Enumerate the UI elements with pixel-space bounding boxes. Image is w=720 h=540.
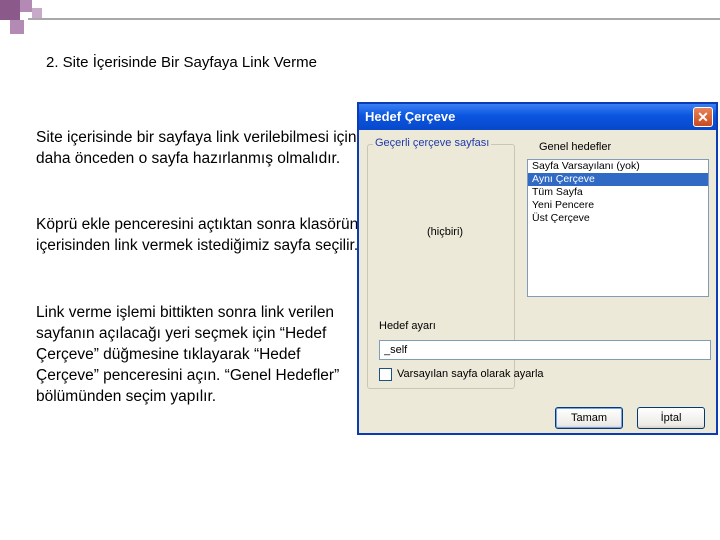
list-item[interactable]: Tüm Sayfa: [528, 186, 708, 199]
decor-square: [32, 8, 42, 18]
paragraph-3: Link verme işlemi bittikten sonra link v…: [36, 304, 340, 405]
current-frame-label: Geçerli çerçeve sayfası: [373, 137, 492, 149]
decor-square: [0, 0, 20, 20]
target-setting-input[interactable]: [379, 340, 711, 360]
common-targets-list[interactable]: Sayfa Varsayılanı (yok) Aynı Çerçeve Tüm…: [527, 159, 709, 297]
target-frame-dialog: Hedef Çerçeve ✕ Geçerli çerçeve sayfası …: [357, 102, 718, 435]
top-divider: [28, 18, 720, 20]
list-item[interactable]: Sayfa Varsayılanı (yok): [528, 160, 708, 173]
default-page-checkbox-label[interactable]: Varsayılan sayfa olarak ayarla: [397, 368, 544, 380]
dialog-titlebar[interactable]: Hedef Çerçeve ✕: [359, 104, 716, 130]
cancel-button[interactable]: İptal: [637, 407, 705, 429]
list-item-selected[interactable]: Aynı Çerçeve: [528, 173, 708, 186]
paragraph-1: Site içerisinde bir sayfaya link verileb…: [36, 129, 357, 167]
dialog-title: Hedef Çerçeve: [365, 109, 456, 124]
paragraph-2: Köprü ekle penceresini açtıktan sonra kl…: [36, 216, 359, 254]
ok-button[interactable]: Tamam: [555, 407, 623, 429]
common-targets-label: Genel hedefler: [539, 141, 612, 153]
close-button[interactable]: ✕: [693, 107, 713, 127]
default-page-checkbox[interactable]: [379, 368, 392, 381]
target-setting-label: Hedef ayarı: [379, 320, 436, 332]
slide-title: 2. Site İçerisinde Bir Sayfaya Link Verm…: [46, 54, 317, 71]
close-icon: ✕: [697, 109, 709, 125]
decor-square: [20, 0, 32, 12]
decor-square: [10, 20, 24, 34]
list-item[interactable]: Üst Çerçeve: [528, 212, 708, 225]
list-item[interactable]: Yeni Pencere: [528, 199, 708, 212]
current-frame-value: (hiçbiri): [427, 226, 464, 238]
